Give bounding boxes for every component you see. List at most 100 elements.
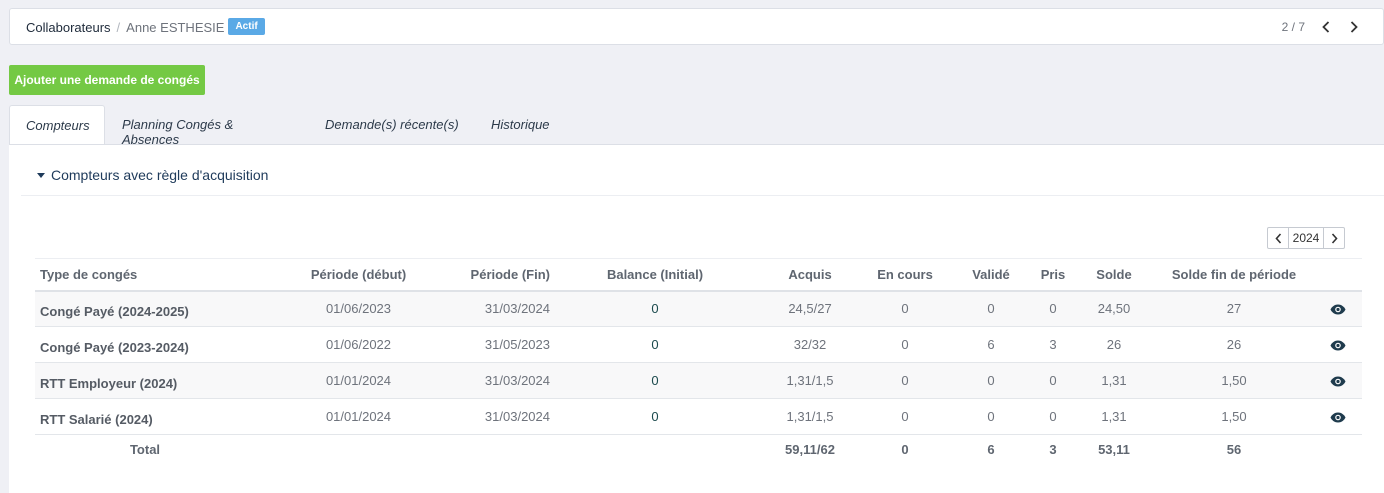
chevron-left-icon (1322, 21, 1330, 33)
col-header-solde-fin: Solde fin de période (1154, 258, 1314, 292)
cell-balance: 0 (550, 362, 760, 399)
status-badge: Actif (228, 18, 265, 35)
view-details-button[interactable] (1330, 340, 1346, 351)
tab-compteurs[interactable]: Compteurs (9, 105, 105, 145)
col-header-type: Type de congés (35, 258, 255, 292)
pager-position: 2 / 7 (1281, 20, 1305, 34)
pager-prev-button[interactable] (1319, 20, 1333, 34)
counters-table: Type de congés Période (début) Période (… (35, 258, 1362, 465)
chevron-right-icon (1350, 21, 1358, 33)
total-acquis: 59,11/62 (785, 442, 835, 458)
table-row: RTT Salarié (2024) 01/01/2024 31/03/2024 0 1… (35, 398, 1362, 435)
cell-encours: 0 (860, 398, 950, 435)
breadcrumb-current: Anne ESTHESIE (126, 20, 225, 35)
year-value: 2024 (1288, 228, 1324, 248)
top-bar: Collaborateurs / Anne ESTHESIE Actif 2 /… (9, 8, 1384, 45)
eye-icon (1330, 412, 1346, 423)
total-solde: 53,11 (1098, 442, 1130, 458)
table-row: Congé Payé (2024-2025) 01/06/2023 31/03/20… (35, 290, 1362, 327)
cell-balance: 0 (550, 398, 760, 435)
col-header-actions (1314, 258, 1362, 292)
cell-pris: 3 (1032, 326, 1074, 363)
cell-balance: 0 (550, 326, 760, 363)
cell-fin: 31/03/2024 (462, 398, 550, 435)
view-details-button[interactable] (1330, 376, 1346, 387)
cell-encours: 0 (860, 326, 950, 363)
cell-type: Congé Payé (2023-2024) (35, 326, 255, 363)
table-row: RTT Employeur (2024) 01/01/2024 31/03/2024… (35, 362, 1362, 399)
col-header-pris: Pris (1032, 258, 1074, 292)
tab-bar: Compteurs Planning Congés & Absences Dem… (9, 105, 575, 147)
cell-type: RTT Salarié (2024) (35, 398, 255, 435)
col-header-solde: Solde (1074, 258, 1154, 292)
cell-fin: 31/05/2023 (462, 326, 550, 363)
cell-fin: 31/03/2024 (462, 290, 550, 327)
cell-encours: 0 (860, 362, 950, 399)
cell-acquis: 32/32 (760, 326, 860, 363)
cell-solde-fin: 1,50 (1154, 362, 1314, 399)
cell-valide: 0 (950, 290, 1032, 327)
cell-type: RTT Employeur (2024) (35, 362, 255, 399)
col-header-encours: En cours (860, 258, 950, 292)
eye-icon (1330, 376, 1346, 387)
breadcrumb-separator: / (116, 20, 121, 35)
col-header-debut: Période (début) (255, 258, 462, 292)
cell-debut: 01/01/2024 (255, 362, 462, 399)
year-prev-button[interactable] (1268, 228, 1288, 248)
row-actions (1314, 398, 1362, 435)
total-pris: 3 (1049, 442, 1057, 458)
cell-solde-fin: 26 (1154, 326, 1314, 363)
tab-historique[interactable]: Historique (475, 105, 575, 145)
cell-debut: 01/01/2024 (255, 398, 462, 435)
cell-solde-fin: 27 (1154, 290, 1314, 327)
total-solde-fin: 56 (1226, 442, 1242, 458)
cell-balance: 0 (550, 290, 760, 327)
section-divider (21, 195, 1384, 196)
tab-planning[interactable]: Planning Congés & Absences (105, 105, 309, 147)
cell-fin: 31/03/2024 (462, 362, 550, 399)
compteurs-panel: Compteurs avec règle d'acquisition 2024 … (9, 144, 1384, 493)
pager-next-button[interactable] (1347, 20, 1361, 34)
total-valide: 6 (987, 442, 995, 458)
cell-pris: 0 (1032, 398, 1074, 435)
row-actions (1314, 290, 1362, 327)
cell-acquis: 1,31/1,5 (760, 362, 860, 399)
col-header-fin: Période (Fin) (462, 258, 550, 292)
year-next-button[interactable] (1324, 228, 1344, 248)
eye-icon (1330, 304, 1346, 315)
total-row: Total 59,11/62 0 6 3 53,11 56 (35, 435, 1362, 465)
caret-down-icon (37, 172, 45, 178)
cell-type: Congé Payé (2024-2025) (35, 290, 255, 327)
total-encours: 0 (901, 442, 909, 458)
cell-pris: 0 (1032, 362, 1074, 399)
tab-demandes-recentes[interactable]: Demande(s) récente(s) (309, 105, 475, 145)
cell-acquis: 24,5/27 (760, 290, 860, 327)
view-details-button[interactable] (1330, 412, 1346, 423)
cell-solde: 26 (1074, 326, 1154, 363)
row-actions (1314, 326, 1362, 363)
col-header-balance: Balance (Initial) (550, 258, 760, 292)
section-title: Compteurs avec règle d'acquisition (51, 167, 269, 183)
add-leave-request-button[interactable]: Ajouter une demande de congés (9, 65, 205, 95)
breadcrumb: Collaborateurs / Anne ESTHESIE Actif (26, 18, 265, 36)
col-header-valide: Validé (950, 258, 1032, 292)
cell-acquis: 1,31/1,5 (760, 398, 860, 435)
cell-pris: 0 (1032, 290, 1074, 327)
row-actions (1314, 362, 1362, 399)
table-row: Congé Payé (2023-2024) 01/06/2022 31/05/20… (35, 326, 1362, 363)
table-header-row: Type de congés Période (début) Période (… (35, 258, 1362, 292)
cell-valide: 6 (950, 326, 1032, 363)
breadcrumb-root-link[interactable]: Collaborateurs (26, 20, 111, 35)
view-details-button[interactable] (1330, 304, 1346, 315)
section-toggle[interactable]: Compteurs avec règle d'acquisition (37, 167, 268, 183)
chevron-left-icon (1274, 232, 1281, 244)
eye-icon (1330, 340, 1346, 351)
cell-debut: 01/06/2023 (255, 290, 462, 327)
cell-solde: 24,50 (1074, 290, 1154, 327)
record-pager: 2 / 7 (1282, 20, 1361, 34)
cell-valide: 0 (950, 362, 1032, 399)
year-selector: 2024 (1267, 227, 1345, 249)
cell-solde: 1,31 (1074, 362, 1154, 399)
col-header-acquis: Acquis (760, 258, 860, 292)
cell-solde-fin: 1,50 (1154, 398, 1314, 435)
